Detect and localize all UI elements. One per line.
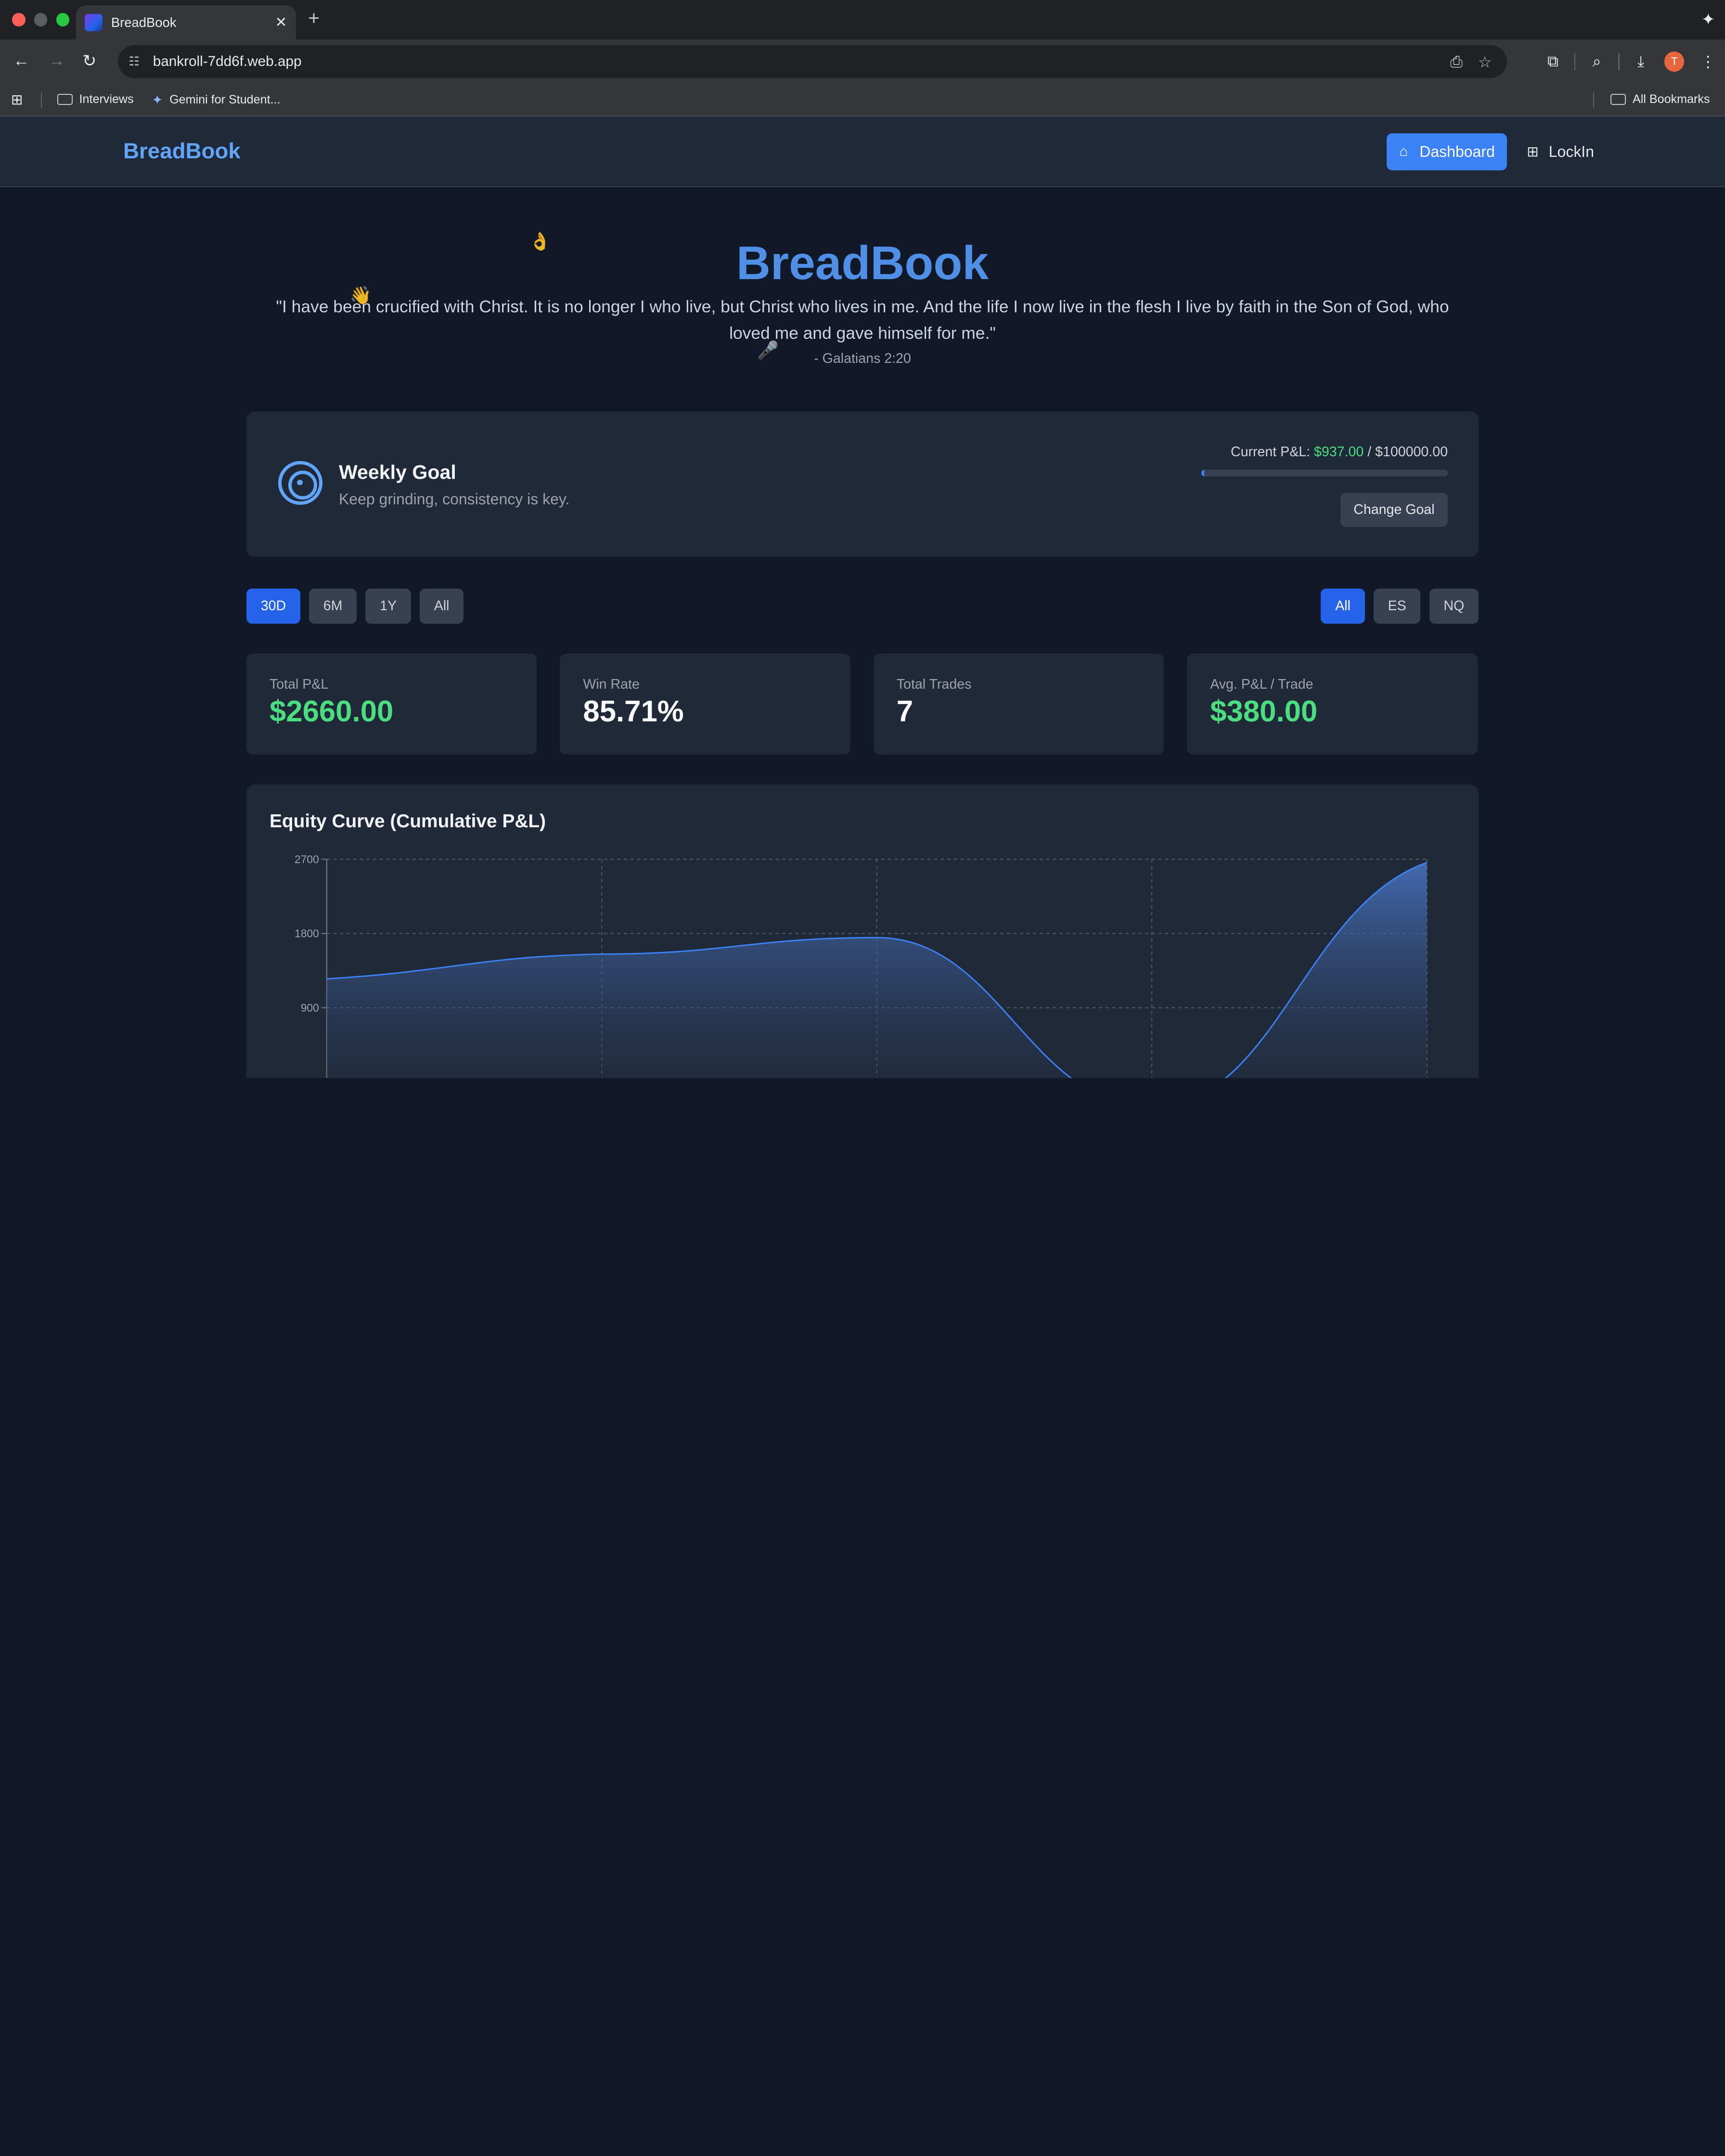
- range-filter-30d[interactable]: 30D: [246, 589, 300, 624]
- address-bar[interactable]: ☷ bankroll-7dd6f.web.app ⎙ ☆: [118, 45, 1507, 78]
- floating-emoji-icon: 👋: [350, 285, 372, 306]
- goal-current: $937.00: [1314, 444, 1364, 460]
- floating-emoji-icon: 👌: [529, 231, 551, 252]
- top-nav: BreadBook ⌂ Dashboard ⊞ LockIn: [0, 116, 1725, 187]
- maximize-window-button[interactable]: [56, 13, 69, 26]
- y-tick-label: 1800: [295, 927, 319, 939]
- extensions-icon[interactable]: ⧉: [1536, 52, 1570, 71]
- bible-quote: "I have been crucified with Christ. It i…: [257, 294, 1468, 346]
- floating-emoji-icon: 🎤: [757, 340, 779, 360]
- y-tick-label: 2700: [295, 853, 319, 865]
- change-goal-button[interactable]: Change Goal: [1340, 493, 1448, 527]
- target-icon: [278, 461, 322, 505]
- profile-avatar[interactable]: T: [1664, 51, 1684, 71]
- folder-icon: [57, 94, 73, 105]
- y-tick-label: 900: [301, 1001, 319, 1014]
- symbol-filter-es[interactable]: ES: [1374, 589, 1421, 624]
- minimize-window-button[interactable]: [34, 13, 47, 26]
- back-icon[interactable]: ←: [13, 51, 29, 70]
- goal-target: $100000.00: [1375, 444, 1448, 460]
- stats-row: Total P&L$2660.00Win Rate85.71%Total Tra…: [246, 654, 1479, 755]
- stat-label: Avg. P&L / Trade: [1210, 677, 1454, 693]
- bookmark-gemini[interactable]: ✦ Gemini for Student...: [152, 92, 280, 108]
- goal-progress-text: Current P&L: $937.00 / $100000.00: [1231, 444, 1448, 460]
- stat-label: Total Trades: [897, 677, 1141, 693]
- stat-value: $2660.00: [270, 694, 514, 729]
- install-app-icon[interactable]: ⎙: [1450, 53, 1463, 71]
- home-icon: ⌂: [1396, 143, 1411, 160]
- stat-card: Win Rate85.71%: [560, 654, 850, 755]
- gemini-sparkle-icon[interactable]: ✦: [1701, 10, 1715, 29]
- filter-bar: 30D 6M1Y All All ESNQ: [246, 589, 1479, 624]
- stat-label: Total P&L: [270, 677, 514, 693]
- stat-value: 85.71%: [583, 694, 827, 729]
- nav-dashboard[interactable]: ⌂ Dashboard: [1387, 133, 1507, 171]
- goal-title: Weekly Goal: [339, 461, 456, 484]
- hero-title: BreadBook: [0, 234, 1725, 292]
- goal-progress-fill: [1201, 470, 1204, 476]
- goal-progress-bar: [1201, 470, 1448, 476]
- app-root: BreadBook ⌂ Dashboard ⊞ LockIn BreadBook…: [0, 116, 1725, 1078]
- stat-card: Total Trades7: [874, 654, 1164, 755]
- range-filter-6m[interactable]: 6M: [309, 589, 357, 624]
- stat-card: Avg. P&L / Trade$380.00: [1187, 654, 1477, 755]
- site-favicon-icon: [85, 14, 103, 32]
- weekly-goal-card: Weekly Goal Keep grinding, consistency i…: [246, 411, 1479, 557]
- site-settings-icon[interactable]: ☷: [129, 54, 153, 69]
- stat-value: $380.00: [1210, 694, 1454, 729]
- browser-tab[interactable]: BreadBook ✕: [76, 5, 296, 39]
- gemini-icon: ✦: [152, 92, 163, 108]
- all-bookmarks[interactable]: All Bookmarks: [1610, 92, 1710, 106]
- plus-square-icon: ⊞: [1526, 143, 1540, 160]
- url-text[interactable]: bankroll-7dd6f.web.app: [153, 53, 302, 70]
- hero: BreadBook "I have been crucified with Ch…: [0, 234, 1725, 367]
- stat-value: 7: [897, 694, 1141, 729]
- brand-logo[interactable]: BreadBook: [123, 139, 241, 164]
- tab-search-icon[interactable]: ⌕: [1580, 52, 1614, 71]
- close-window-button[interactable]: [12, 13, 25, 26]
- browser-tab-bar: BreadBook ✕ + ✦: [0, 0, 1725, 39]
- range-filter-1y[interactable]: 1Y: [365, 589, 411, 624]
- apps-grid-icon[interactable]: ⊞: [11, 91, 23, 108]
- symbol-filter-all[interactable]: All: [1321, 589, 1365, 624]
- folder-icon: [1610, 94, 1626, 105]
- range-filter-group: 30D 6M1Y All: [246, 589, 463, 624]
- bookmark-star-icon[interactable]: ☆: [1478, 53, 1492, 71]
- range-filter-all[interactable]: All: [420, 589, 463, 624]
- chart-title: Equity Curve (Cumulative P&L): [270, 811, 546, 832]
- quote-reference: - Galatians 2:20: [0, 351, 1725, 367]
- equity-chart-card: 900 1800 2700 Equity Curve (Cumulative P&L…: [246, 784, 1479, 1078]
- forward-icon[interactable]: →: [49, 51, 65, 70]
- stat-label: Win Rate: [583, 677, 827, 693]
- close-tab-icon[interactable]: ✕: [275, 14, 287, 31]
- goal-subtitle: Keep grinding, consistency is key.: [339, 490, 569, 508]
- tab-title: BreadBook: [111, 15, 267, 30]
- browser-toolbar: ← → ↻ ☷ bankroll-7dd6f.web.app ⎙ ☆ ⧉ ⌕ ⤓…: [0, 39, 1725, 83]
- browser-menu-icon[interactable]: ⋮: [1691, 52, 1725, 71]
- window-controls: [12, 13, 69, 26]
- downloads-icon[interactable]: ⤓: [1624, 52, 1658, 71]
- reload-icon[interactable]: ↻: [82, 51, 96, 71]
- stat-card: Total P&L$2660.00: [246, 654, 537, 755]
- bookmarks-bar: ⊞ Interviews ✦ Gemini for Student... All…: [0, 84, 1725, 117]
- new-tab-icon[interactable]: +: [308, 7, 320, 29]
- symbol-filter-nq[interactable]: NQ: [1429, 589, 1479, 624]
- bookmark-interviews[interactable]: Interviews: [57, 92, 134, 106]
- symbol-filter-group: All ESNQ: [1321, 589, 1478, 624]
- nav-lockin[interactable]: ⊞ LockIn: [1516, 133, 1606, 171]
